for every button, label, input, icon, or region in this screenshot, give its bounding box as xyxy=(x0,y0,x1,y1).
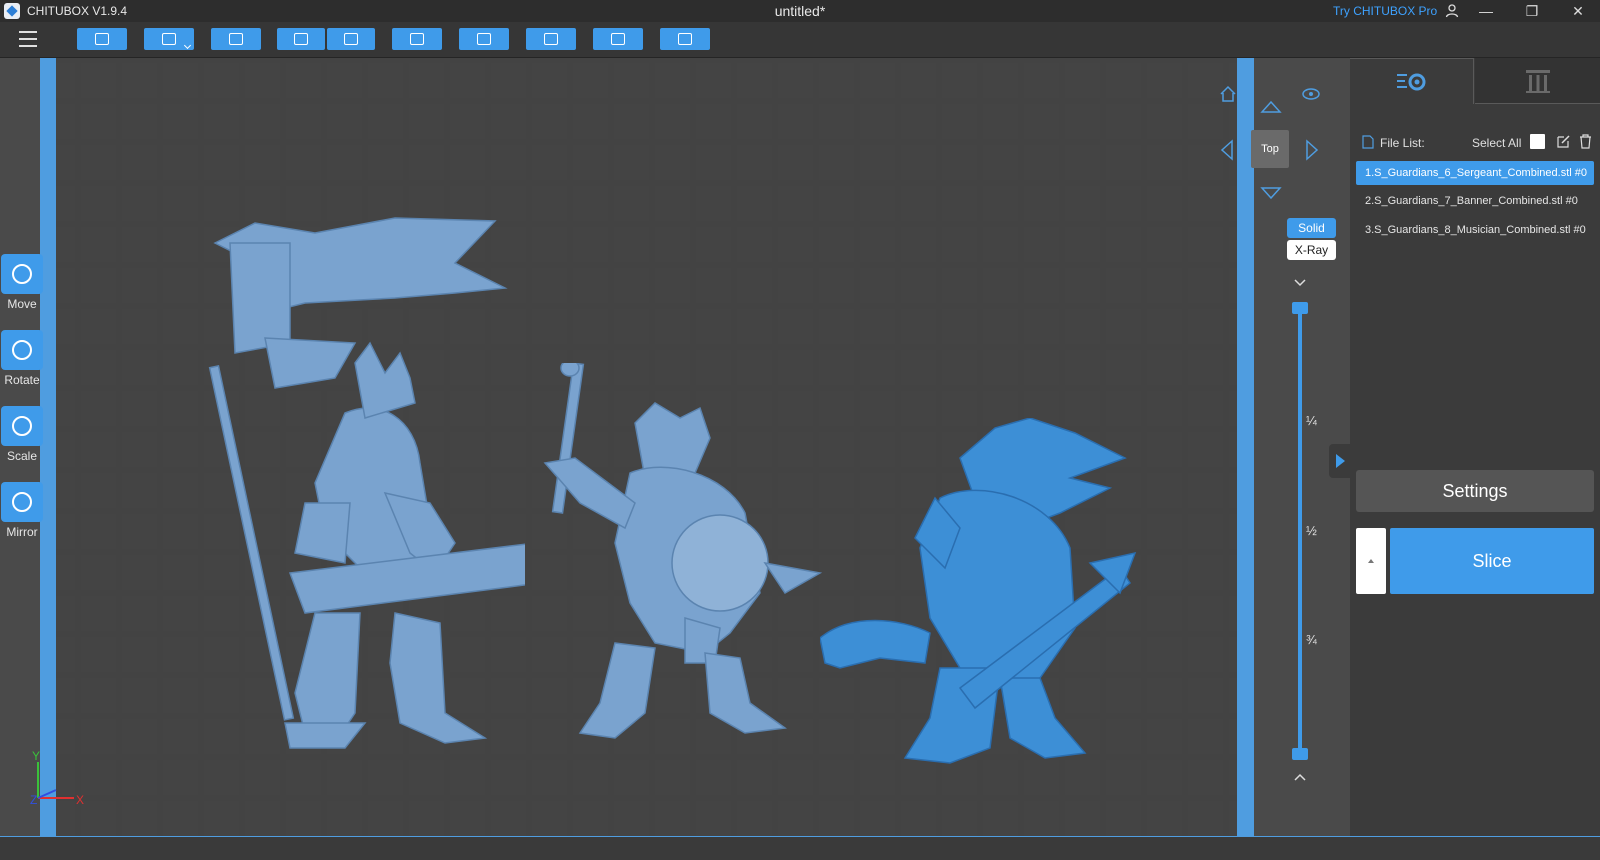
3d-viewport[interactable]: Move Rotate Scale Mirror Y Z X xyxy=(0,58,1350,836)
arrange-icon xyxy=(477,33,491,45)
scale-tool[interactable]: Scale xyxy=(0,406,44,470)
app-logo-icon xyxy=(4,3,20,19)
mirror-icon xyxy=(12,492,32,512)
file-settings-icon xyxy=(1396,73,1425,90)
arrange-button[interactable] xyxy=(459,28,509,50)
save-button[interactable] xyxy=(144,28,194,50)
right-panel: File List: Select All 1.S_Guardians_6_Se… xyxy=(1350,58,1600,836)
close-button[interactable]: ✕ xyxy=(1556,0,1600,22)
copy-icon xyxy=(410,33,424,45)
file-list-item[interactable]: 1.S_Guardians_6_Sergeant_Combined.stl #0 xyxy=(1356,161,1594,185)
select-all-label: Select All xyxy=(1472,136,1522,150)
axes-gizmo: Y Z X xyxy=(30,749,84,807)
save-icon xyxy=(162,33,176,45)
move-icon xyxy=(12,264,32,284)
hollow-button[interactable] xyxy=(593,28,643,50)
file-icon xyxy=(1362,135,1374,149)
rotate-icon xyxy=(12,340,32,360)
edit-icon[interactable] xyxy=(1556,134,1571,149)
support-button[interactable] xyxy=(526,28,576,50)
duplicate-button[interactable] xyxy=(392,28,442,50)
trash-icon[interactable] xyxy=(1578,134,1593,149)
plate-edge-right xyxy=(1237,58,1254,836)
app-name: CHITUBOX V1.9.4 xyxy=(27,4,128,18)
menu-icon[interactable] xyxy=(19,31,37,47)
hollow-icon xyxy=(611,33,625,45)
xray-mode-button[interactable]: X-Ray xyxy=(1287,240,1336,260)
tab-file-settings[interactable] xyxy=(1350,58,1474,104)
slider-mark-three-quarter: ¾ xyxy=(1306,632,1317,647)
undo-icon xyxy=(294,33,308,45)
redo-button[interactable] xyxy=(327,28,375,50)
rotate-label: Rotate xyxy=(4,373,40,387)
maximize-button[interactable]: ❐ xyxy=(1510,0,1554,22)
view-up-icon[interactable] xyxy=(1260,98,1282,116)
slice-button[interactable]: Slice xyxy=(1390,528,1594,594)
redo-icon xyxy=(344,33,358,45)
mirror-tool[interactable]: Mirror xyxy=(0,482,44,546)
minimize-button[interactable]: — xyxy=(1464,0,1508,22)
auto-layout-button[interactable] xyxy=(211,28,261,50)
chevron-up-icon[interactable] xyxy=(1293,772,1307,782)
slider-mark-half: ½ xyxy=(1306,523,1317,538)
move-tool[interactable]: Move xyxy=(0,254,44,318)
model-banner-bearer[interactable] xyxy=(195,203,525,753)
file-list-label: File List: xyxy=(1380,136,1425,150)
layer-slider-lower-handle[interactable] xyxy=(1292,748,1308,760)
user-icon[interactable] xyxy=(1444,3,1460,19)
move-label: Move xyxy=(7,297,37,311)
model-sergeant-selected[interactable] xyxy=(820,418,1150,778)
z-axis-label: Z xyxy=(30,793,37,807)
repair-icon xyxy=(678,33,692,45)
folder-icon xyxy=(95,33,109,45)
scale-icon xyxy=(12,416,32,436)
y-axis-label: Y xyxy=(32,749,40,763)
layer-slider-upper-handle[interactable] xyxy=(1292,302,1308,314)
view-down-icon[interactable] xyxy=(1260,184,1282,202)
layout-icon xyxy=(229,33,243,45)
panel-collapse-toggle[interactable] xyxy=(1329,444,1350,478)
rotate-tool[interactable]: Rotate xyxy=(0,330,44,394)
solid-mode-button[interactable]: Solid xyxy=(1287,218,1336,238)
top-view-button[interactable]: Top xyxy=(1251,130,1289,168)
try-pro-link[interactable]: Try CHITUBOX Pro xyxy=(1333,4,1437,18)
eye-icon[interactable] xyxy=(1301,86,1321,102)
open-file-button[interactable] xyxy=(77,28,127,50)
support-icon xyxy=(544,33,558,45)
pillars-icon xyxy=(1525,69,1550,93)
settings-button[interactable]: Settings xyxy=(1356,470,1594,512)
layer-slider-track[interactable] xyxy=(1298,308,1302,754)
file-list-item[interactable]: 2.S_Guardians_7_Banner_Combined.stl #0 xyxy=(1356,189,1594,213)
undo-button[interactable] xyxy=(277,28,325,50)
title-bar: CHITUBOX V1.9.4 untitled* Try CHITUBOX P… xyxy=(0,0,1600,22)
slice-options-toggle[interactable] xyxy=(1356,528,1386,594)
view-right-icon[interactable] xyxy=(1303,139,1321,161)
x-axis-label: X xyxy=(76,793,84,807)
home-view-icon[interactable] xyxy=(1218,84,1238,104)
repair-button[interactable] xyxy=(660,28,710,50)
select-all-checkbox[interactable] xyxy=(1530,134,1545,149)
file-list-header: File List: Select All xyxy=(1362,134,1594,152)
file-list-item[interactable]: 3.S_Guardians_8_Musician_Combined.stl #0 xyxy=(1356,218,1594,242)
slider-mark-quarter: ¼ xyxy=(1306,413,1317,428)
mirror-label: Mirror xyxy=(6,525,38,539)
main-toolbar xyxy=(0,22,1600,58)
view-left-icon[interactable] xyxy=(1218,139,1236,161)
chevron-down-icon[interactable] xyxy=(1293,278,1307,288)
model-musician[interactable] xyxy=(535,363,825,753)
scale-label: Scale xyxy=(6,449,38,463)
tab-support[interactable] xyxy=(1475,58,1600,104)
chevron-down-icon[interactable] xyxy=(183,41,192,50)
status-bar xyxy=(0,836,1600,860)
